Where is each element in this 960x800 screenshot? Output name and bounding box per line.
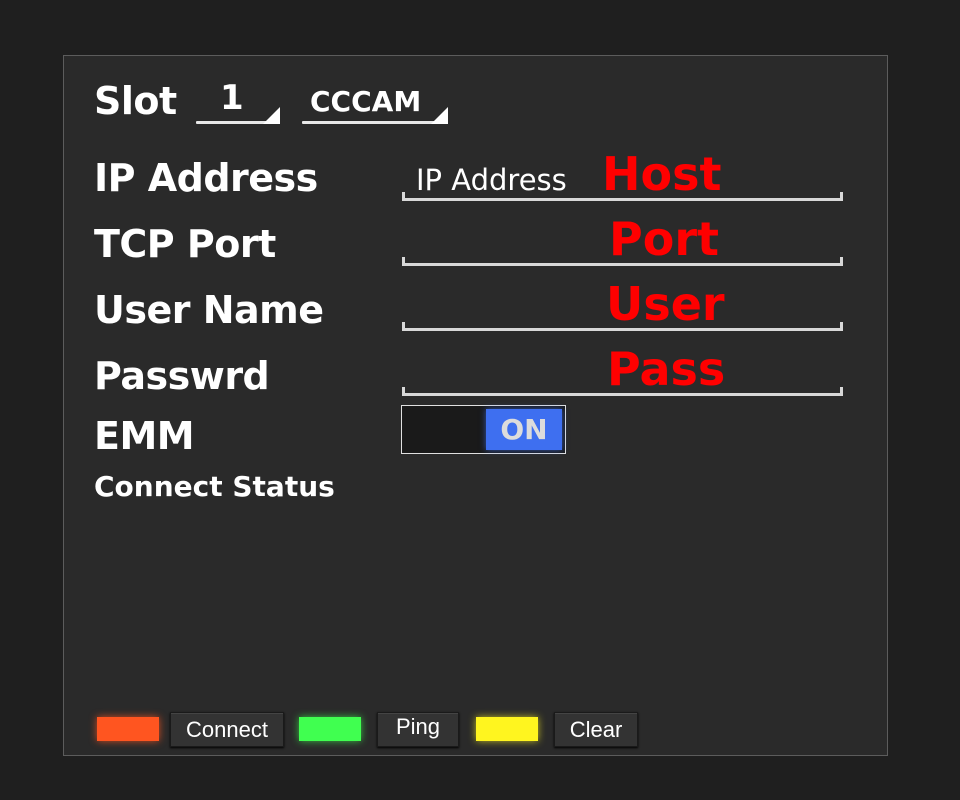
field-underline — [402, 387, 843, 396]
ping-indicator-led — [299, 717, 361, 741]
password-field[interactable]: Pass — [402, 342, 843, 396]
tcp-port-field[interactable]: Port — [402, 212, 843, 266]
dropdown-arrow-icon — [263, 107, 280, 124]
dropdown-underline — [302, 121, 442, 124]
slot-config-panel: Slot 1 CCCAM IP Address IP Address Host … — [63, 55, 888, 756]
ping-button[interactable]: Ping — [377, 712, 459, 747]
toggle-knob: ON — [486, 409, 562, 450]
field-underline — [402, 257, 843, 266]
connect-button[interactable]: Connect — [170, 712, 284, 747]
password-label: Passwrd — [94, 354, 270, 398]
field-underline — [402, 322, 843, 331]
connect-indicator-led — [97, 717, 159, 741]
ip-address-label: IP Address — [94, 156, 318, 200]
connect-status-label: Connect Status — [94, 470, 335, 503]
ip-address-field[interactable]: IP Address Host — [402, 147, 843, 201]
slot-value: 1 — [220, 78, 244, 118]
clear-indicator-led — [476, 717, 538, 741]
protocol-dropdown[interactable]: CCCAM — [302, 84, 448, 126]
slot-dropdown[interactable]: 1 — [196, 78, 280, 126]
user-name-field[interactable]: User — [402, 277, 843, 331]
slot-label: Slot — [94, 79, 177, 123]
emm-label: EMM — [94, 414, 195, 458]
protocol-value: CCCAM — [310, 85, 422, 118]
emm-toggle[interactable]: ON — [401, 405, 566, 454]
tcp-port-label: TCP Port — [94, 222, 276, 266]
user-name-label: User Name — [94, 288, 324, 332]
dropdown-arrow-icon — [431, 107, 448, 124]
field-underline — [402, 192, 843, 201]
clear-button[interactable]: Clear — [554, 712, 638, 747]
